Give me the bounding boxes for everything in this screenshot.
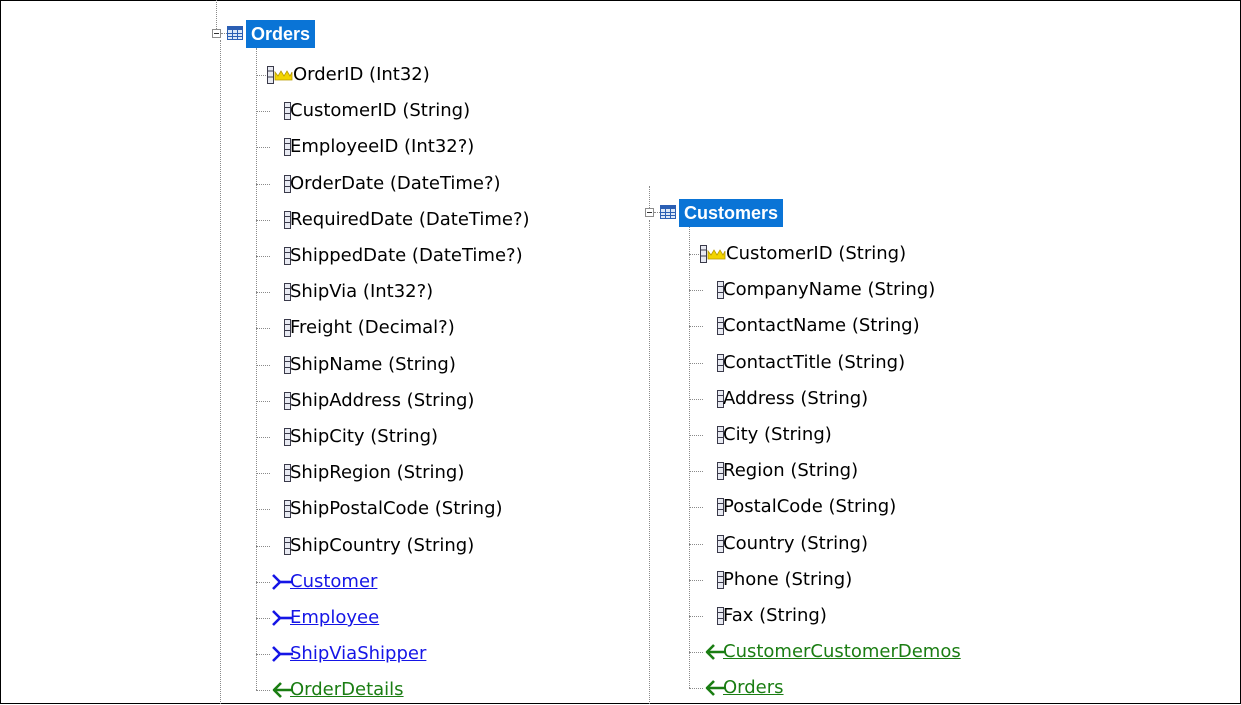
- tree-connector: [256, 256, 270, 257]
- customers-table-title[interactable]: Customers: [679, 199, 784, 227]
- orders-column-label: ShipCity (String): [290, 426, 439, 447]
- customers-column-label: Phone (String): [723, 569, 853, 590]
- schema-tree-panel: [0, 0, 1241, 704]
- table-icon: [227, 26, 243, 40]
- primary-key-icon: [267, 66, 293, 84]
- customers-column-label: ContactName (String): [723, 315, 920, 336]
- orders-column-label: ShipName (String): [290, 354, 456, 375]
- customers-guide-line: [649, 186, 650, 208]
- orders-column-label: ShippedDate (DateTime?): [290, 245, 523, 266]
- customers-column-label: CompanyName (String): [723, 279, 936, 300]
- orders-column-label: ShipAddress (String): [290, 390, 475, 411]
- orders-column-label: OrderDate (DateTime?): [290, 173, 501, 194]
- tree-guide-line: [689, 227, 690, 689]
- customers-column-label: Fax (String): [723, 605, 827, 626]
- orders-column-label: ShipCountry (String): [290, 535, 475, 556]
- customers-column-label: City (String): [723, 424, 832, 445]
- tree-connector: [689, 616, 703, 617]
- customers-column-label: Country (String): [723, 533, 868, 554]
- orders-column-label: OrderID (Int32): [293, 64, 430, 85]
- tree-connector: [689, 471, 703, 472]
- tree-connector: [689, 363, 703, 364]
- tree-connector: [256, 473, 270, 474]
- tree-connector: [689, 507, 703, 508]
- customers-column-label: ContactTitle (String): [723, 352, 906, 373]
- tree-guide-line: [220, 40, 221, 704]
- orders-table-title[interactable]: Orders: [246, 20, 316, 48]
- tree-connector: [256, 509, 270, 510]
- tree-connector: [256, 292, 270, 293]
- orders-column-label: ShipVia (Int32?): [290, 281, 434, 302]
- orders-guide-line: [216, 0, 217, 29]
- customers-collapse-toggle[interactable]: [645, 208, 654, 217]
- customers-column-label: PostalCode (String): [723, 496, 897, 517]
- tree-connector: [256, 546, 270, 547]
- orders-column-label: EmployeeID (Int32?): [290, 136, 475, 157]
- tree-connector: [256, 184, 270, 185]
- orders-relation-link[interactable]: OrderDetails: [290, 675, 404, 705]
- tree-connector: [689, 435, 703, 436]
- tree-connector: [689, 544, 703, 545]
- customers-column-label: Address (String): [723, 388, 869, 409]
- tree-connector: [689, 580, 703, 581]
- tree-connector: [256, 365, 270, 366]
- tree-connector: [256, 582, 270, 583]
- tree-guide-line: [649, 220, 650, 704]
- tree-connector: [256, 147, 270, 148]
- orders-collapse-toggle[interactable]: [212, 29, 221, 38]
- orders-column-label: CustomerID (String): [290, 100, 471, 121]
- tree-connector: [256, 690, 270, 691]
- customers-column-label: Region (String): [723, 460, 859, 481]
- primary-key-icon: [700, 245, 726, 263]
- tree-connector: [689, 652, 703, 653]
- tree-connector: [256, 618, 270, 619]
- orders-column-label: ShipPostalCode (String): [290, 498, 503, 519]
- orders-column-label: Freight (Decimal?): [290, 317, 455, 338]
- tree-connector: [689, 290, 703, 291]
- tree-connector: [256, 437, 270, 438]
- tree-connector: [256, 654, 270, 655]
- tree-guide-line: [256, 48, 257, 691]
- orders-column-label: ShipRegion (String): [290, 462, 465, 483]
- tree-connector: [256, 328, 270, 329]
- orders-column-label: RequiredDate (DateTime?): [290, 209, 530, 230]
- table-icon: [660, 205, 676, 219]
- tree-connector: [256, 220, 270, 221]
- tree-connector: [689, 326, 703, 327]
- customers-relation-link[interactable]: CustomerCustomerDemos: [723, 637, 961, 667]
- orders-relation-link[interactable]: Customer: [290, 567, 377, 597]
- tree-connector: [256, 111, 270, 112]
- tree-connector: [689, 399, 703, 400]
- orders-relation-link[interactable]: Employee: [290, 603, 379, 633]
- tree-connector: [689, 688, 703, 689]
- customers-column-label: CustomerID (String): [726, 243, 907, 264]
- orders-relation-link[interactable]: ShipViaShipper: [290, 639, 426, 669]
- tree-connector: [256, 401, 270, 402]
- customers-relation-link[interactable]: Orders: [723, 673, 784, 703]
